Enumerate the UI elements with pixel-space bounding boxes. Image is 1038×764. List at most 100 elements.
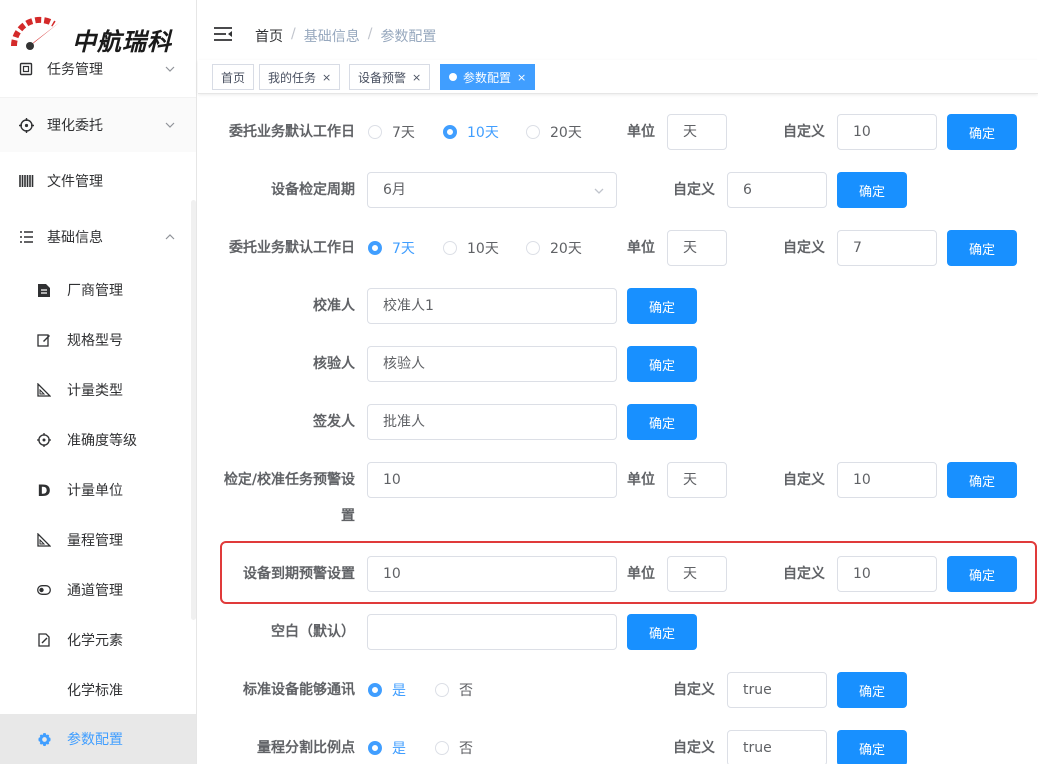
sidebar-subitem-channel-management[interactable]: 通道管理 bbox=[0, 565, 196, 615]
unit-label: 单位 bbox=[627, 472, 655, 488]
radio-20-days[interactable]: 20天 bbox=[526, 230, 582, 266]
row-label: 核验人 bbox=[313, 356, 355, 372]
custom-input[interactable]: 6 bbox=[727, 172, 827, 208]
tab-label: 首页 bbox=[221, 70, 246, 85]
confirm-button[interactable]: 确定 bbox=[947, 230, 1017, 266]
confirm-button[interactable]: 确定 bbox=[837, 672, 907, 708]
custom-label: 自定义 bbox=[783, 472, 825, 488]
sidebar-item-file-management[interactable]: 文件管理 bbox=[0, 154, 196, 208]
sidebar-subitem-label: 厂商管理 bbox=[67, 283, 123, 299]
custom-label: 自定义 bbox=[673, 182, 715, 198]
confirm-button[interactable]: 确定 bbox=[947, 462, 1017, 498]
form-row-calibrator: 校准人 校准人1 确定 bbox=[198, 288, 1038, 324]
sidebar-item-task-management[interactable]: 任务管理 bbox=[0, 56, 196, 82]
sidebar-subitem-parameter-config[interactable]: 参数配置 bbox=[0, 714, 196, 764]
radio-7-days[interactable]: 7天 bbox=[368, 114, 415, 150]
radio-10-days[interactable]: 10天 bbox=[443, 114, 499, 150]
chevron-down-icon bbox=[165, 122, 175, 128]
close-icon[interactable]: × bbox=[322, 71, 331, 84]
confirm-button[interactable]: 确定 bbox=[837, 730, 907, 764]
issuer-input[interactable]: 批准人 bbox=[367, 404, 617, 440]
unit-input[interactable]: 天 bbox=[667, 114, 727, 150]
sidebar-subitem-label: 准确度等级 bbox=[67, 433, 137, 449]
sidebar-item-basic-info[interactable]: 基础信息 bbox=[0, 210, 196, 264]
custom-input[interactable]: true bbox=[727, 730, 827, 764]
menu-fold-icon[interactable] bbox=[214, 27, 232, 41]
form-row-range-split-point: 量程分割比例点 是 否 自定义 true 确定 bbox=[198, 730, 1038, 764]
custom-input[interactable]: 10 bbox=[837, 462, 937, 498]
breadcrumb-home[interactable]: 首页 bbox=[255, 26, 283, 46]
confirm-button[interactable]: 确定 bbox=[627, 614, 697, 650]
sidebar-item-chemical-entrust[interactable]: 理化委托 bbox=[0, 98, 196, 152]
toggle-icon bbox=[36, 582, 52, 598]
tab-device-warning[interactable]: 设备预警 × bbox=[349, 64, 431, 90]
verifier-input[interactable]: 核验人 bbox=[367, 346, 617, 382]
sidebar-subitem-label: 化学元素 bbox=[67, 633, 123, 649]
sidebar-subitem-metering-type[interactable]: 计量类型 bbox=[0, 365, 196, 415]
radio-no[interactable]: 否 bbox=[435, 730, 473, 764]
confirm-button[interactable]: 确定 bbox=[627, 288, 697, 324]
header: 首页 / 基础信息 / 参数配置 bbox=[198, 0, 1038, 60]
radio-yes[interactable]: 是 bbox=[368, 730, 406, 764]
sidebar-scrollbar[interactable] bbox=[191, 200, 196, 620]
radio-yes[interactable]: 是 bbox=[368, 672, 406, 708]
confirm-button[interactable]: 确定 bbox=[837, 172, 907, 208]
chevron-up-icon bbox=[165, 234, 175, 240]
close-icon[interactable]: × bbox=[517, 71, 526, 84]
custom-input[interactable]: 10 bbox=[837, 114, 937, 150]
unit-input[interactable]: 天 bbox=[667, 462, 727, 498]
custom-input[interactable]: 7 bbox=[837, 230, 937, 266]
unit-input[interactable]: 天 bbox=[667, 230, 727, 266]
sidebar-item-label: 基础信息 bbox=[47, 230, 103, 246]
confirm-button[interactable]: 确定 bbox=[627, 404, 697, 440]
radio-10-days[interactable]: 10天 bbox=[443, 230, 499, 266]
breadcrumb-separator: / bbox=[367, 26, 373, 42]
confirm-button[interactable]: 确定 bbox=[947, 114, 1017, 150]
active-dot-icon bbox=[449, 73, 457, 81]
tab-label: 参数配置 bbox=[463, 70, 512, 85]
close-icon[interactable]: × bbox=[412, 71, 421, 84]
expiry-warning-input[interactable]: 10 bbox=[367, 556, 617, 592]
tab-my-tasks[interactable]: 我的任务 × bbox=[259, 64, 341, 90]
sidebar-subitem-chemical-element[interactable]: 化学元素 bbox=[0, 615, 196, 665]
row-label: 设备到期预警设置 bbox=[243, 566, 355, 582]
task-warning-input[interactable]: 10 bbox=[367, 462, 617, 498]
task-icon bbox=[18, 61, 34, 77]
unit-input[interactable]: 天 bbox=[667, 556, 727, 592]
form-row-default-workdays-2: 委托业务默认工作日 7天 10天 20天 单位 天 自定义 7 确定 bbox=[198, 230, 1038, 266]
sidebar-subitem-vendor[interactable]: 厂商管理 bbox=[0, 265, 196, 315]
cycle-select[interactable]: 6月 bbox=[367, 172, 617, 208]
sidebar-subitem-range-management[interactable]: 量程管理 bbox=[0, 515, 196, 565]
sidebar-subitem-accuracy-grade[interactable]: 准确度等级 bbox=[0, 415, 196, 465]
breadcrumb-param-config: 参数配置 bbox=[380, 29, 437, 45]
radio-20-days[interactable]: 20天 bbox=[526, 114, 582, 150]
logo-gauge-icon bbox=[10, 16, 60, 50]
unit-label: 单位 bbox=[627, 566, 655, 582]
sidebar-subitem-chemical-standard[interactable]: 化学标准 bbox=[0, 665, 196, 715]
confirm-button[interactable]: 确定 bbox=[947, 556, 1017, 592]
calibrator-input[interactable]: 校准人1 bbox=[367, 288, 617, 324]
sidebar-subitem-metering-unit[interactable]: D 计量单位 bbox=[0, 465, 196, 515]
tab-param-config[interactable]: 参数配置 × bbox=[440, 64, 536, 90]
unit-label: 单位 bbox=[627, 124, 655, 140]
row-label: 设备检定周期 bbox=[271, 182, 355, 198]
form-row-issuer: 签发人 批准人 确定 bbox=[198, 404, 1038, 440]
blank-input[interactable] bbox=[367, 614, 617, 650]
radio-7-days[interactable]: 7天 bbox=[368, 230, 415, 266]
breadcrumb: 首页 / 基础信息 / 参数配置 bbox=[255, 26, 436, 46]
sidebar-subitem-spec-model[interactable]: 规格型号 bbox=[0, 315, 196, 365]
form-row-task-warning: 检定/校准任务预警设 置 10 单位 天 自定义 10 确定 bbox=[198, 462, 1038, 524]
radio-no[interactable]: 否 bbox=[435, 672, 473, 708]
form-row-default-workdays-1: 委托业务默认工作日 7天 10天 20天 单位 天 自定义 10 确定 bbox=[198, 114, 1038, 150]
form-row-calibration-cycle: 设备检定周期 6月 自定义 6 确定 bbox=[198, 172, 1038, 208]
tab-home[interactable]: 首页 bbox=[212, 64, 255, 90]
form-row-blank-default: 空白（默认） 确定 bbox=[198, 614, 1038, 650]
tags-view: 首页 我的任务 × 设备预警 × 参数配置 × bbox=[198, 60, 1038, 94]
confirm-button[interactable]: 确定 bbox=[627, 346, 697, 382]
custom-input[interactable]: 10 bbox=[837, 556, 937, 592]
sidebar-item-label: 文件管理 bbox=[47, 174, 103, 190]
breadcrumb-basic-info: 基础信息 bbox=[303, 29, 360, 45]
custom-label: 自定义 bbox=[783, 566, 825, 582]
custom-label: 自定义 bbox=[783, 240, 825, 256]
custom-input[interactable]: true bbox=[727, 672, 827, 708]
